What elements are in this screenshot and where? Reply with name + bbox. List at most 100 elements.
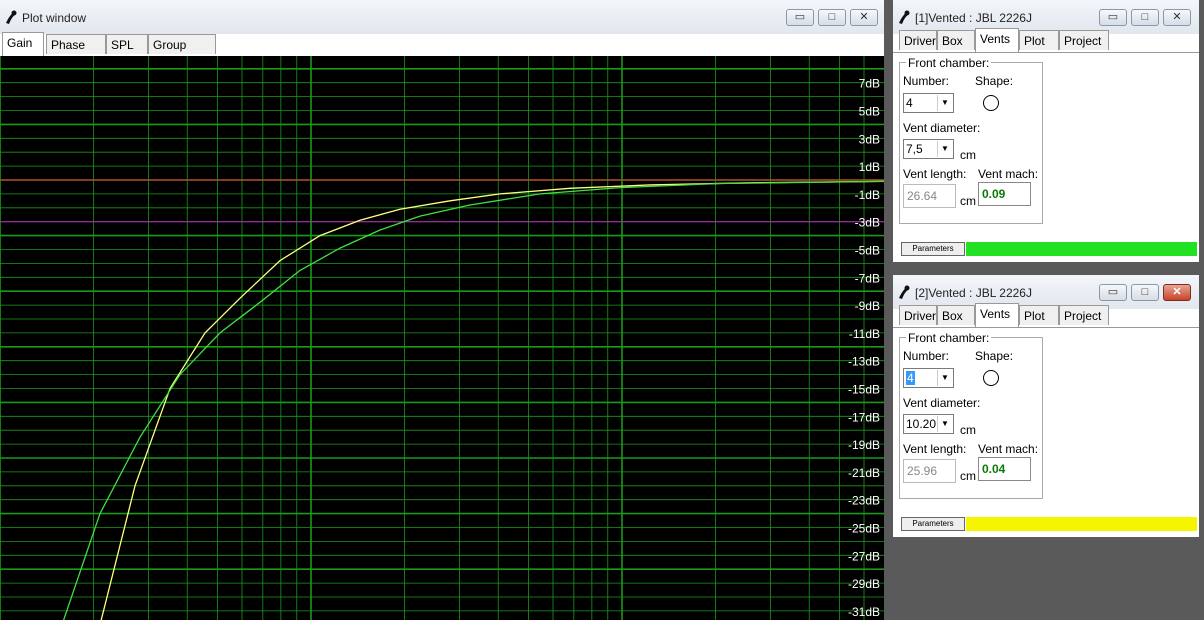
- y-tick-label: -5dB: [855, 244, 880, 258]
- vent-mach-field: 0.04: [978, 457, 1031, 481]
- vent-diameter-value: 10.20: [906, 417, 937, 431]
- minimize-icon: ▭: [1107, 286, 1119, 298]
- close-button[interactable]: ✕: [1163, 9, 1191, 26]
- minimize-button[interactable]: ▭: [1099, 9, 1127, 26]
- chevron-down-icon[interactable]: ▼: [937, 95, 952, 111]
- y-tick-label: -3dB: [855, 216, 880, 230]
- circle-shape-icon[interactable]: [983, 95, 999, 111]
- tab-project[interactable]: Project: [1059, 30, 1109, 50]
- number-value: 4: [906, 371, 915, 385]
- parameters-label: Parameters: [912, 519, 954, 528]
- number-label: Number:: [903, 349, 950, 363]
- tab-gain[interactable]: Gain: [2, 32, 44, 56]
- number-select[interactable]: 4 ▼: [903, 368, 954, 388]
- y-tick-label: -9dB: [855, 299, 880, 313]
- status-bar: Parameters: [901, 242, 1197, 256]
- y-tick-label: -25dB: [848, 522, 880, 536]
- y-tick-label: -23dB: [848, 494, 880, 508]
- vent-length-value: 26.64: [907, 189, 938, 203]
- minimize-button[interactable]: ▭: [786, 9, 814, 26]
- plot-window: Plot window ▭ □ ✕ Gain Phase plot SPL Gr…: [0, 0, 884, 620]
- close-button[interactable]: ✕: [850, 9, 878, 26]
- vent-mach-label: Vent mach:: [978, 167, 1039, 181]
- shape-label: Shape:: [975, 349, 1014, 363]
- y-tick-label: -11dB: [849, 327, 880, 341]
- chevron-down-icon[interactable]: ▼: [937, 370, 952, 386]
- number-select[interactable]: 4 ▼: [903, 93, 954, 113]
- app-icon: [899, 10, 910, 24]
- tab-box[interactable]: Box: [937, 305, 975, 325]
- front-chamber-label: Front chamber:: [906, 331, 992, 345]
- y-tick-label: -1dB: [855, 188, 880, 202]
- tab-label: Gain: [7, 36, 33, 50]
- minimize-icon: ▭: [794, 11, 806, 23]
- tab-group-delay[interactable]: Group delay: [148, 34, 216, 72]
- status-bar: Parameters: [901, 517, 1197, 531]
- close-button[interactable]: ✕: [1163, 284, 1191, 301]
- vented-window-title: [2]Vented : JBL 2226J: [915, 286, 1032, 300]
- y-tick-label: -19dB: [848, 438, 880, 452]
- close-icon: ✕: [1172, 11, 1182, 23]
- status-indicator: [966, 242, 1197, 256]
- vent-mach-value: 0.04: [982, 462, 1006, 476]
- maximize-button[interactable]: □: [818, 9, 846, 26]
- plot-background: [0, 56, 884, 620]
- tab-label: Plot: [1024, 309, 1045, 323]
- number-value: 4: [906, 96, 913, 110]
- vent-length-field[interactable]: 25.96: [903, 459, 956, 483]
- vent-length-field[interactable]: 26.64: [903, 184, 956, 208]
- close-icon: ✕: [859, 11, 869, 23]
- tab-box[interactable]: Box: [937, 30, 975, 50]
- tab-spl[interactable]: SPL: [106, 34, 148, 54]
- tab-label: SPL: [111, 38, 134, 52]
- vent-diameter-label: Vent diameter:: [903, 121, 981, 135]
- vent-mach-value: 0.09: [982, 187, 1006, 201]
- parameters-button[interactable]: Parameters: [901, 242, 965, 256]
- tab-project[interactable]: Project: [1059, 305, 1109, 325]
- vent-diameter-value: 7,5: [906, 142, 923, 156]
- y-tick-label: 3dB: [859, 132, 880, 146]
- gain-chart-svg: 7dB 5dB 3dB 1dB -1dB -3dB -5dB -7dB -9dB -11dB -13…: [0, 56, 884, 620]
- plot-window-titlebar[interactable]: Plot window ▭ □ ✕: [0, 0, 884, 34]
- vent-diameter-select[interactable]: 7,5 ▼: [903, 139, 954, 159]
- y-tick-label: 7dB: [859, 77, 880, 91]
- minimize-button[interactable]: ▭: [1099, 284, 1127, 301]
- chevron-down-icon[interactable]: ▼: [937, 141, 952, 157]
- gain-plot[interactable]: 7dB 5dB 3dB 1dB -1dB -3dB -5dB -7dB -9dB -11dB -13…: [0, 56, 884, 620]
- y-tick-label: -17dB: [848, 410, 880, 424]
- maximize-icon: □: [828, 11, 836, 23]
- tab-phase-plot[interactable]: Phase plot: [46, 34, 106, 72]
- y-tick-label: -7dB: [855, 271, 880, 285]
- vented-window-1: [1]Vented : JBL 2226J ▭ □ ✕ Driver Box V…: [893, 0, 1199, 262]
- minimize-icon: ▭: [1107, 11, 1119, 23]
- tab-vents[interactable]: Vents: [975, 303, 1019, 327]
- maximize-button[interactable]: □: [1131, 284, 1159, 301]
- vent-length-label: Vent length:: [903, 442, 967, 456]
- circle-shape-icon[interactable]: [983, 370, 999, 386]
- front-chamber-label: Front chamber:: [906, 56, 992, 70]
- y-tick-label: -13dB: [848, 355, 880, 369]
- tab-label: Project: [1064, 34, 1102, 48]
- y-tick-label: -21dB: [848, 466, 880, 480]
- vent-mach-field: 0.09: [978, 182, 1031, 206]
- tab-plot[interactable]: Plot: [1019, 305, 1059, 325]
- vented-window-2: [2]Vented : JBL 2226J ▭ □ ✕ Driver Box V…: [893, 275, 1199, 537]
- parameters-button[interactable]: Parameters: [901, 517, 965, 531]
- chevron-down-icon[interactable]: ▼: [937, 416, 952, 432]
- vented-window-title: [1]Vented : JBL 2226J: [915, 11, 1032, 25]
- tab-plot[interactable]: Plot: [1019, 30, 1059, 50]
- parameters-label: Parameters: [912, 244, 954, 253]
- status-indicator: [966, 517, 1197, 531]
- tab-driver[interactable]: Driver: [899, 30, 937, 50]
- maximize-button[interactable]: □: [1131, 9, 1159, 26]
- tab-label: Driver: [904, 309, 936, 323]
- tab-driver[interactable]: Driver: [899, 305, 937, 325]
- vent-diameter-select[interactable]: 10.20 ▼: [903, 414, 954, 434]
- vent-diameter-label: Vent diameter:: [903, 396, 981, 410]
- tab-vents[interactable]: Vents: [975, 28, 1019, 52]
- tab-label: Driver: [904, 34, 936, 48]
- tab-label: Box: [942, 309, 963, 323]
- maximize-icon: □: [1141, 11, 1149, 23]
- tab-label: Project: [1064, 309, 1102, 323]
- vent-mach-label: Vent mach:: [978, 442, 1039, 456]
